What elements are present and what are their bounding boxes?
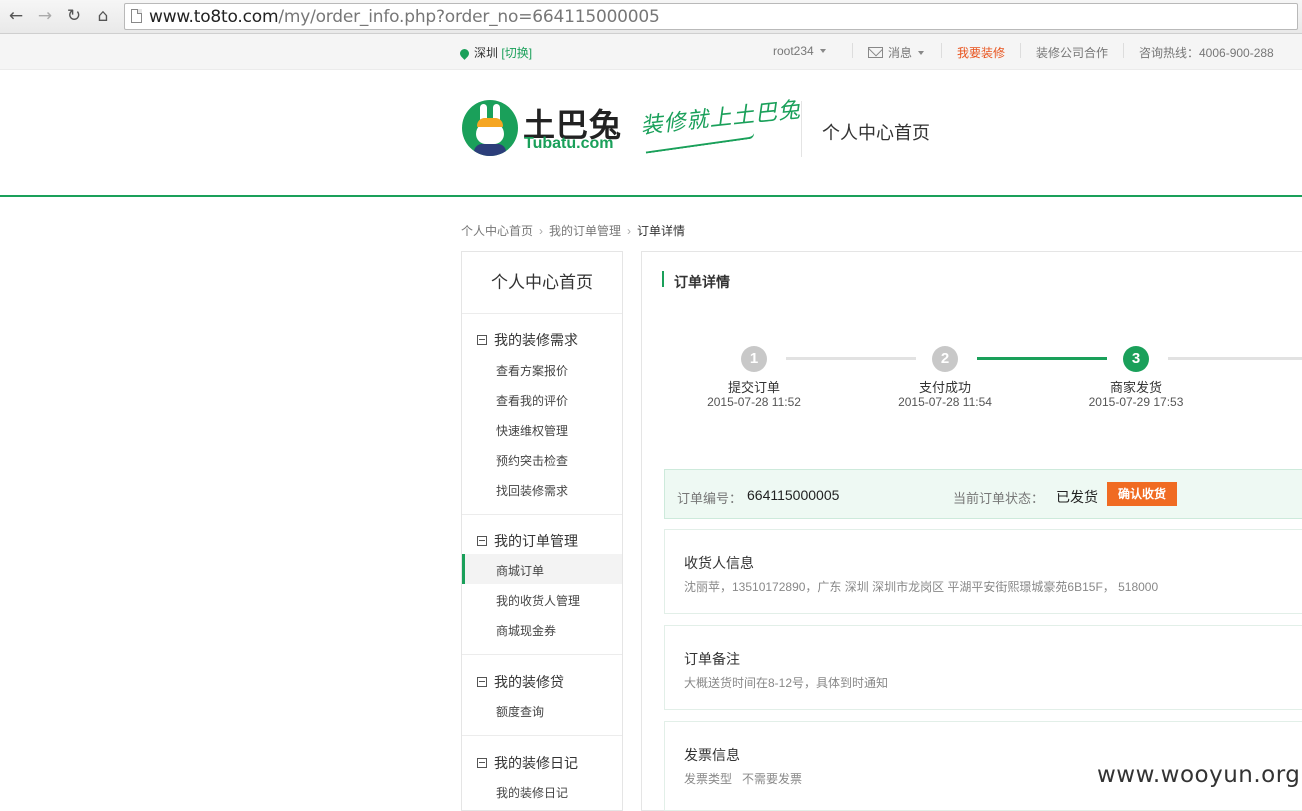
- page-icon: [131, 9, 142, 23]
- breadcrumb: 个人中心首页 › 我的订单管理 › 订单详情: [461, 222, 685, 239]
- order-state-label: 当前订单状态：: [953, 491, 1045, 506]
- step-1-time: 2015-07-28 11:52: [707, 395, 801, 409]
- step-3-circle: 3: [1123, 346, 1149, 372]
- username: root234: [773, 44, 814, 58]
- helmet: [477, 118, 503, 127]
- watermark: www.wooyun.org: [1097, 762, 1301, 788]
- sidebar-group-orders[interactable]: 我的订单管理: [477, 531, 578, 551]
- brand-domain[interactable]: Tubatu.com: [524, 135, 613, 153]
- divider: [941, 43, 942, 58]
- messages-menu[interactable]: 消息: [868, 44, 925, 61]
- sidebar-title[interactable]: 个人中心首页: [462, 252, 622, 314]
- user-menu[interactable]: root234: [773, 44, 826, 58]
- order-number-label: 订单编号：: [677, 491, 743, 506]
- breadcrumb-home[interactable]: 个人中心首页: [461, 224, 533, 238]
- step-connector: [1168, 357, 1302, 360]
- step-1-circle: 1: [741, 346, 767, 372]
- sidebar-item-receivers[interactable]: 我的收货人管理: [496, 592, 580, 609]
- step-2-circle: 2: [932, 346, 958, 372]
- collapse-icon: [477, 536, 487, 546]
- page-title: 个人中心首页: [822, 123, 930, 143]
- switch-city-link[interactable]: [切换]: [501, 46, 532, 60]
- step-connector: [977, 357, 1107, 360]
- mail-icon: [868, 47, 883, 58]
- home-icon[interactable]: ⌂: [91, 5, 115, 27]
- order-number: 664115000005: [747, 487, 840, 503]
- chevron-right-icon: ›: [539, 224, 544, 238]
- divider: [462, 735, 622, 736]
- invoice-title: 发票信息: [684, 747, 740, 763]
- receiver-card: [664, 529, 1302, 614]
- step-2-time: 2015-07-28 11:54: [898, 395, 992, 409]
- breadcrumb-orders[interactable]: 我的订单管理: [549, 224, 621, 238]
- city-selector[interactable]: 深圳 [切换]: [458, 44, 532, 61]
- step-connector: [786, 357, 916, 360]
- title-accent: [662, 271, 664, 287]
- step-3-label: 商家发货: [1109, 380, 1162, 395]
- step-3-time: 2015-07-29 17:53: [1088, 395, 1184, 409]
- sidebar-group-demand[interactable]: 我的装修需求: [477, 330, 578, 350]
- sidebar-item-credit[interactable]: 额度查询: [496, 703, 544, 720]
- cooperate-link[interactable]: 装修公司合作: [1036, 44, 1108, 61]
- sidebar-item-mall-orders[interactable]: 商城订单: [496, 562, 544, 579]
- sidebar-item-inspection[interactable]: 预约突击检查: [496, 452, 568, 469]
- site-topbar: 深圳 [切换] root234 消息 我要装修 装修公司合作 咨询热线：4006…: [0, 34, 1302, 70]
- hotline: 咨询热线：4006-900-288: [1139, 46, 1274, 60]
- remark-card: [664, 625, 1302, 710]
- remark-text: 大概送货时间在8-12号，具体到时通知: [684, 676, 889, 690]
- invoice-type-value: 不需要发票: [742, 772, 803, 786]
- forward-icon[interactable]: →: [33, 5, 57, 27]
- sidebar-item-coupons[interactable]: 商城现金券: [496, 622, 556, 639]
- sidebar-item-diary[interactable]: 我的装修日记: [496, 784, 568, 801]
- chevron-right-icon: ›: [627, 224, 632, 238]
- collapse-icon: [477, 677, 487, 687]
- sidebar-item-recover[interactable]: 找回装修需求: [496, 482, 568, 499]
- step-1-label: 提交订单: [727, 380, 780, 395]
- url-text[interactable]: www.to8to.com/my/order_info.php?order_no…: [149, 7, 660, 27]
- receiver-text: 沈丽苹，13510172890，广东 深圳 深圳市龙岗区 平湖平安街熙璟城豪苑6…: [684, 580, 1159, 594]
- breadcrumb-current: 订单详情: [637, 224, 686, 238]
- divider: [462, 313, 622, 314]
- chevron-down-icon: [819, 49, 826, 53]
- invoice-type-label: 发票类型: [684, 772, 733, 786]
- logo-icon[interactable]: [462, 100, 518, 156]
- confirm-receipt-button[interactable]: 确认收货: [1107, 482, 1177, 506]
- sidebar-group-loan[interactable]: 我的装修贷: [477, 672, 564, 692]
- group-title: 我的装修需求: [494, 332, 578, 348]
- renovate-link[interactable]: 我要装修: [957, 44, 1005, 61]
- sidebar-group-diary[interactable]: 我的装修日记: [477, 753, 578, 773]
- collapse-icon: [477, 758, 487, 768]
- browser-toolbar: ← → ↻ ⌂ www.to8to.com/my/order_info.php?…: [0, 0, 1302, 34]
- chevron-down-icon: [918, 51, 925, 55]
- group-title: 我的装修日记: [494, 755, 578, 771]
- reload-icon[interactable]: ↻: [62, 5, 86, 27]
- divider: [1020, 43, 1021, 58]
- group-title: 我的订单管理: [494, 533, 578, 549]
- section-title: 订单详情: [674, 274, 730, 290]
- sidebar-item-rights[interactable]: 快速维权管理: [496, 422, 568, 439]
- remark-title: 订单备注: [684, 651, 740, 667]
- collapse-icon: [477, 335, 487, 345]
- rabbit-body: [474, 144, 506, 156]
- divider: [462, 654, 622, 655]
- divider: [852, 43, 853, 58]
- address-bar[interactable]: www.to8to.com/my/order_info.php?order_no…: [124, 3, 1298, 30]
- slogan: 装修就上土巴兔: [639, 97, 803, 140]
- header-rule: [0, 195, 1302, 197]
- location-pin-icon: [458, 47, 471, 60]
- header-divider: [801, 101, 802, 157]
- group-title: 我的装修贷: [494, 674, 564, 690]
- order-state: 已发货: [1056, 489, 1098, 505]
- sidebar: 个人中心首页 我的装修需求 查看方案报价 查看我的评价 快速维权管理 预约突击检…: [461, 251, 623, 811]
- divider: [462, 514, 622, 515]
- sidebar-item-quotes[interactable]: 查看方案报价: [496, 362, 568, 379]
- messages-label: 消息: [888, 46, 913, 60]
- sidebar-item-reviews[interactable]: 查看我的评价: [496, 392, 568, 409]
- divider: [1123, 43, 1124, 58]
- step-2-label: 支付成功: [918, 380, 971, 395]
- invoice-type: 发票类型 不需要发票: [684, 770, 802, 787]
- city-name: 深圳: [474, 46, 499, 60]
- back-icon[interactable]: ←: [4, 5, 28, 27]
- receiver-title: 收货人信息: [684, 555, 754, 571]
